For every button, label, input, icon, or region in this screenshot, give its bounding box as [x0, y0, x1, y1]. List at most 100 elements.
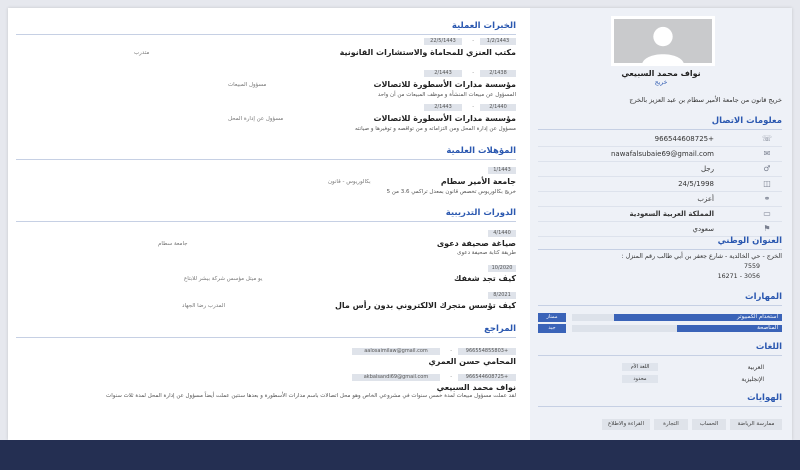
experience-start-date: 2/1438	[480, 70, 516, 77]
experience-organization: مكتب العنزي للمحاماة والاستشارات القانون…	[339, 48, 516, 57]
skill-name: استخدام الكمبيوتر	[736, 314, 778, 320]
skill-name: المناصحة	[757, 325, 778, 331]
profile-role: خريج	[654, 79, 668, 86]
course-date: 4/1440	[488, 230, 516, 237]
contact-row: ✉ nawafalsubaie69@gmail.com	[538, 147, 782, 162]
marital-status-icon: ⚭	[763, 194, 771, 203]
experience-description: المسؤول عن مبيعات المنشأة و موظف المبيعا…	[377, 92, 516, 98]
contact-row: ◫ 24/5/1998	[538, 177, 782, 192]
course-provider: جامعة سطام	[158, 241, 188, 247]
education-school: جامعة الأمير سطام	[440, 177, 516, 186]
experience-end-date: 2/1443	[424, 104, 462, 111]
experience-position: مسؤول المبيعات	[228, 82, 267, 88]
contact-value: 24/5/1998	[678, 180, 714, 188]
education-description: خريج بكالوريوس تخصص قانون بمعدل تراكمي 3…	[386, 189, 516, 195]
main-content: الخبرات العملية 1/2/1443-22/5/1443 مكتب ا…	[16, 8, 516, 440]
contact-heading: معلومات الاتصال	[538, 116, 782, 130]
course-date: 8/2021	[488, 292, 516, 299]
profile-photo	[611, 16, 715, 66]
contact-value: nawafalsubaie69@gmail.com	[610, 150, 714, 158]
contact-row: ⚑ سعودي	[538, 222, 782, 237]
hobby-tag: التجارة	[654, 419, 688, 430]
course-date: 10/2020	[488, 265, 516, 272]
course-name: كيف تؤسس متجرك الالكتروني بدون رأس مال	[334, 301, 516, 310]
birthday-icon: ◫	[763, 179, 771, 188]
reference-separator: -	[450, 348, 452, 354]
experience-end-date: 2/1443	[424, 70, 462, 77]
education-date: 1/1443	[488, 167, 516, 174]
cv-page: نواف محمد السبيعي خريج خريج قانون من جام…	[8, 8, 792, 440]
education-heading: المؤهلات العلمية	[16, 146, 516, 160]
contact-value: رجل	[700, 165, 714, 173]
language-row: الإنجليزية محدود	[538, 374, 782, 386]
reference-separator: -	[450, 374, 452, 380]
course-provider: المدرب رضا الجهاد	[182, 303, 226, 309]
contact-value: +966544608725	[654, 135, 714, 143]
experience-end-date: 22/5/1443	[424, 38, 462, 45]
language-name: الإنجليزية	[741, 376, 764, 383]
experience-heading: الخبرات العملية	[16, 21, 516, 35]
gender-icon: ♂	[763, 164, 771, 173]
contact-value: أعزب	[697, 195, 714, 203]
contact-row: ▭ المملكة العربية السعودية	[538, 207, 782, 222]
language-row: العربية اللغة الأم	[538, 362, 782, 374]
date-separator: -	[472, 70, 474, 76]
course-name: صياغة صحيفة دعوى	[436, 239, 516, 248]
skill-bar-fill: المناصحة	[677, 325, 782, 332]
address-line-1: الخرج - حي الخالدية - شارع جعفر بن أبي ط…	[621, 253, 782, 260]
skill-row: استخدام الكمبيوتر ممتاز	[538, 313, 782, 322]
skill-bar-fill: استخدام الكمبيوتر	[614, 314, 782, 321]
reference-email: akbalsandi69@gmail.com	[352, 374, 440, 381]
reference-email: aalosaimilaw@gmail.com	[352, 348, 440, 355]
experience-position: متدرب	[134, 50, 150, 56]
skill-bar-track: استخدام الكمبيوتر	[572, 314, 782, 321]
courses-heading: الدورات التدريبية	[16, 208, 516, 222]
contact-value: سعودي	[692, 225, 714, 233]
reference-name: نواف محمد السبيعي	[436, 383, 516, 392]
date-separator: -	[472, 38, 474, 44]
contact-value: المملكة العربية السعودية	[629, 210, 714, 218]
contact-row: ☏ +966544608725	[538, 132, 782, 147]
email-icon: ✉	[763, 149, 771, 158]
reference-name: المحامي حسن العمري	[428, 357, 516, 366]
address-line-2: 7559	[743, 263, 760, 270]
skill-level: ممتاز	[538, 313, 566, 322]
nationality-icon: ⚑	[763, 224, 771, 233]
hobby-tag: ممارسة الرياضة	[730, 419, 782, 430]
experience-organization: مؤسسة مدارات الأسطورة للاتصالات	[373, 114, 516, 123]
reference-phone: +966544608725	[458, 374, 516, 381]
contact-row: ⚭ أعزب	[538, 192, 782, 207]
avatar-placeholder-icon	[617, 19, 709, 63]
phone-icon: ☏	[761, 134, 772, 143]
date-separator: -	[472, 104, 474, 110]
experience-description: مسؤول عن إدارة المحل ومن التزاماته و من …	[354, 126, 516, 132]
languages-heading: اللغات	[538, 342, 782, 356]
references-note: لقد عملت مسؤول مبيعات لمدة خمس سنوات في …	[106, 393, 516, 399]
experience-start-date: 1/2/1443	[480, 38, 516, 45]
skill-row: المناصحة جيد	[538, 324, 782, 333]
experience-start-date: 2/1440	[480, 104, 516, 111]
skill-bar-track: المناصحة	[572, 325, 782, 332]
footer-bar	[0, 440, 800, 470]
country-icon: ▭	[763, 209, 771, 218]
course-description: طريقة كتابة صحيفة دعوى	[457, 250, 516, 256]
language-level: محدود	[622, 375, 658, 383]
address-heading: العنوان الوطني	[538, 236, 782, 250]
address-line-3: 3056 - 16271	[717, 273, 760, 280]
education-degree: بكالوريوس - قانون	[328, 179, 371, 185]
hobby-tag: الحساب	[692, 419, 726, 430]
hobby-tag: القراءة والاطلاع	[602, 419, 650, 430]
hobbies-heading: الهوايات	[538, 393, 782, 407]
sidebar: نواف محمد السبيعي خريج خريج قانون من جام…	[530, 8, 792, 440]
profile-summary: خريج قانون من جامعة الأمير سطام بن عبد ا…	[629, 96, 782, 104]
course-provider: يو ميتل مؤسس شركة بيشر للابتاع	[184, 276, 263, 282]
skills-heading: المهارات	[538, 292, 782, 306]
experience-position: مسؤول عن إدارة المحل	[228, 116, 284, 122]
language-level: اللغة الأم	[622, 363, 658, 371]
references-heading: المراجع	[16, 324, 516, 338]
reference-phone: +966554855803	[458, 348, 516, 355]
language-name: العربية	[747, 364, 764, 371]
contact-row: ♂ رجل	[538, 162, 782, 177]
hobbies-list: ممارسة الرياضة الحساب التجارة القراءة والاط…	[538, 419, 782, 431]
course-name: كيف تجد شغفك	[454, 274, 516, 283]
